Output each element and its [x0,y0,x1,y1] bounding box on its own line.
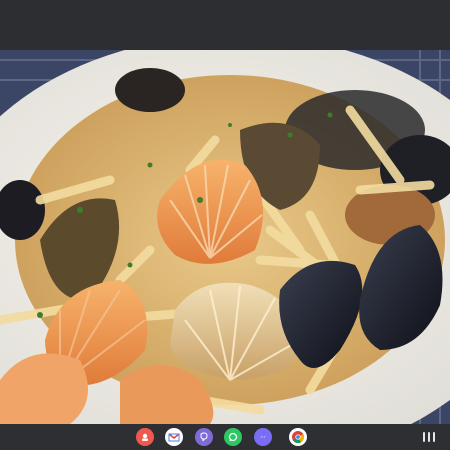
recent-apps-icon[interactable] [422,430,436,444]
viber-icon[interactable] [195,428,213,446]
top-bar [0,0,450,50]
taskbar [0,424,450,450]
chrome-icon[interactable] [289,428,307,446]
camera-app-icon[interactable] [136,428,154,446]
food-photo [0,50,450,424]
gmail-icon[interactable] [165,428,183,446]
messenger-icon[interactable] [254,428,272,446]
whatsapp-icon[interactable] [224,428,242,446]
